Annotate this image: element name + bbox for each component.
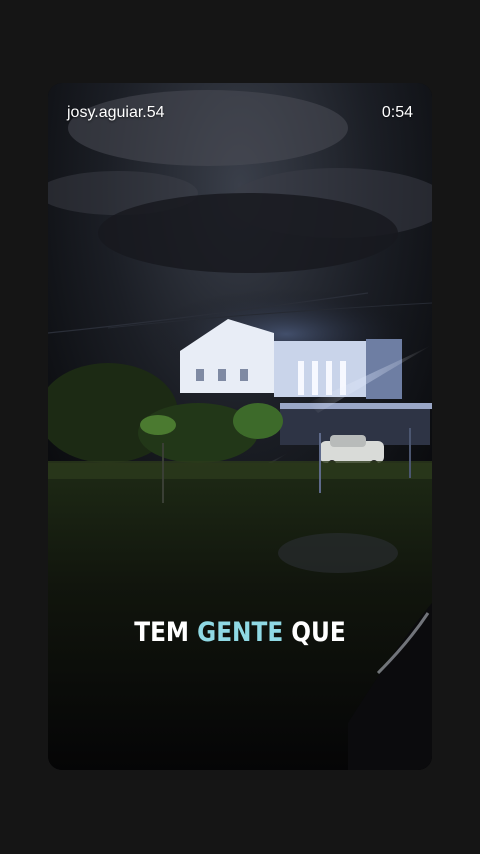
video-timer: 0:54 <box>381 104 413 121</box>
caption-word: TEM <box>134 617 190 648</box>
story-frame[interactable]: josy.aguiar.54 0:54 TEM GENTE QUE <box>48 83 432 770</box>
caption-overlay: TEM GENTE QUE <box>75 617 405 648</box>
username[interactable]: josy.aguiar.54 <box>67 104 165 122</box>
night-photo <box>48 83 432 770</box>
caption-highlight-word: GENTE <box>197 617 284 648</box>
caption-word: QUE <box>291 617 346 648</box>
